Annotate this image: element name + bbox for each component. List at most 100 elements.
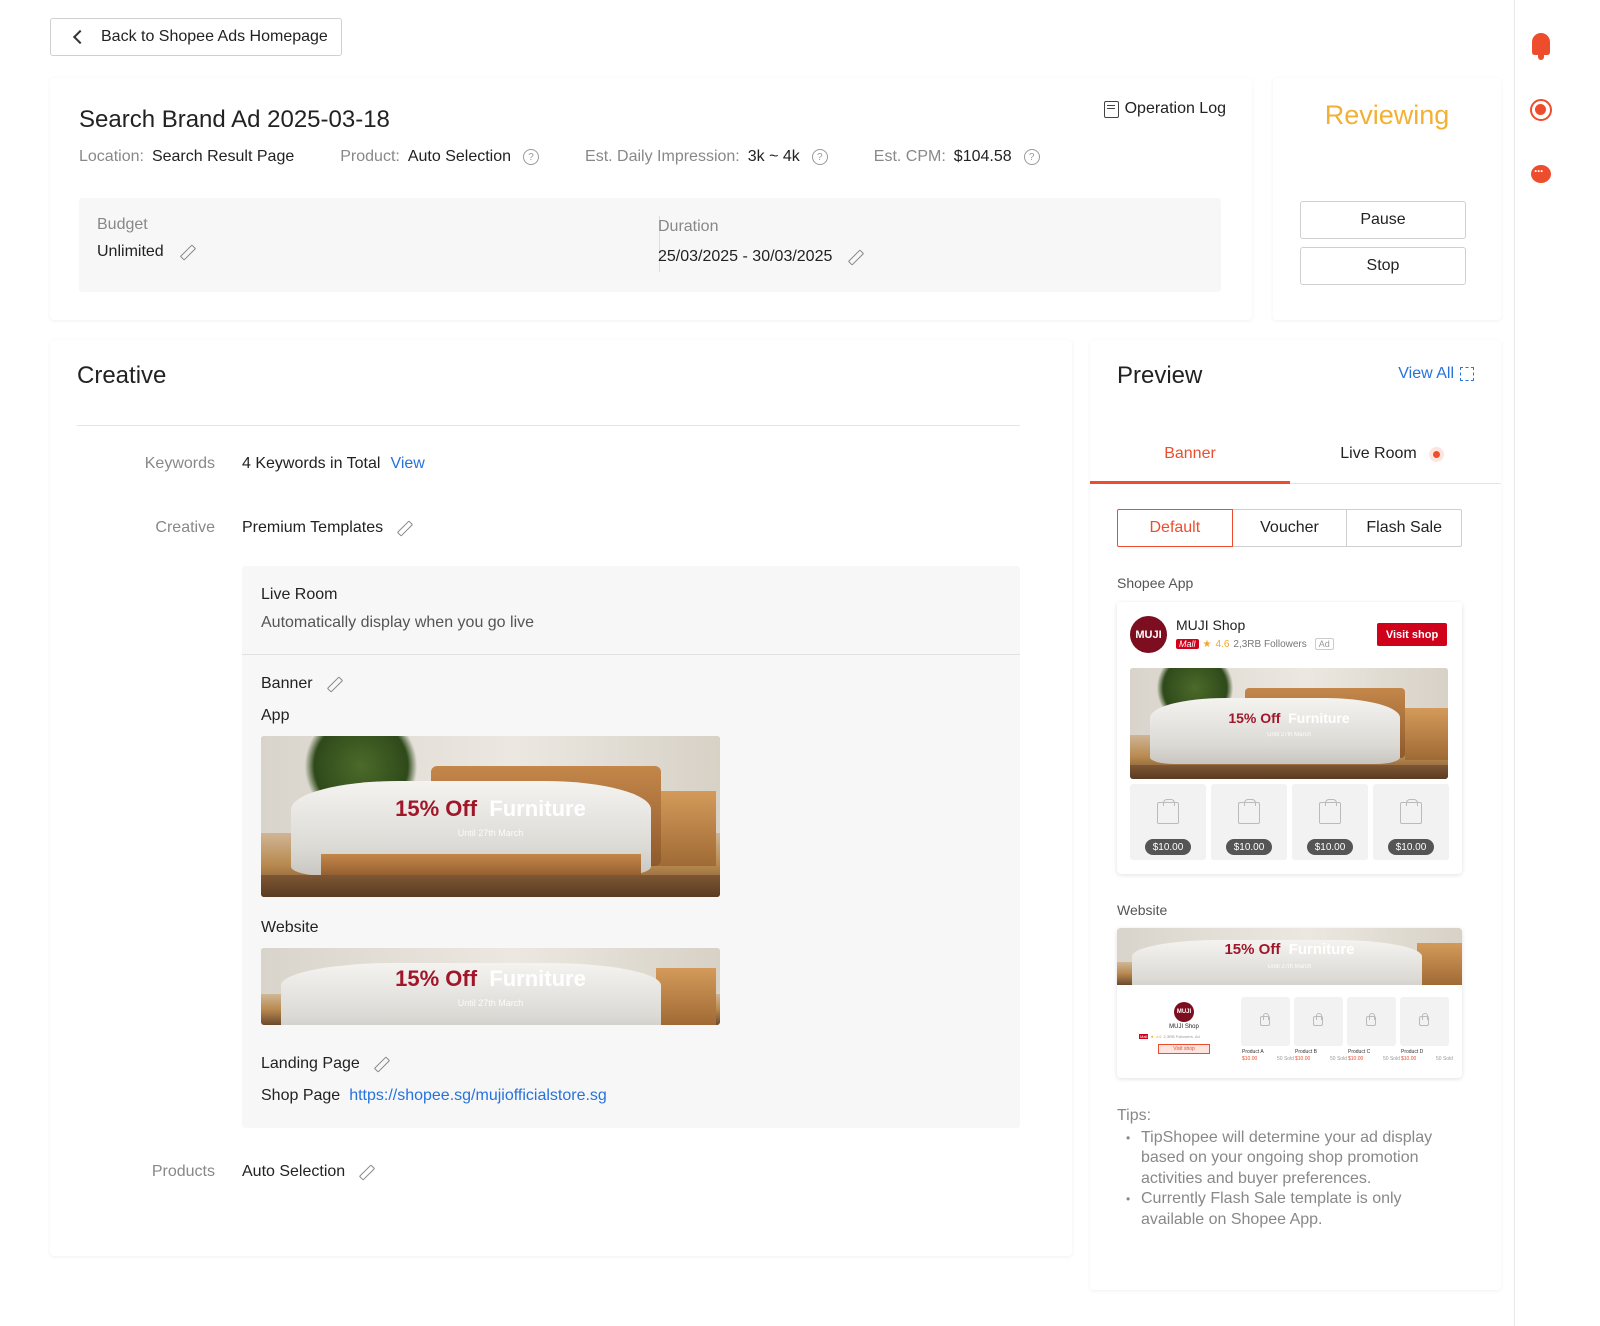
mall-badge: Mall — [1139, 1034, 1149, 1039]
edit-creative-icon[interactable] — [395, 520, 411, 536]
keywords-label: Keywords — [144, 455, 215, 472]
shopping-bag-icon — [1419, 1013, 1429, 1026]
creative-value: Premium Templates — [242, 519, 384, 536]
shop-logo: MUJI — [1174, 1002, 1194, 1022]
preview-tabs: Banner Live Room — [1090, 426, 1501, 484]
shop-stats: Mall ★ 4.6 2,3RB Followers Ad — [1139, 1034, 1200, 1039]
duration-label: Duration — [658, 218, 719, 235]
creative-row: Premium Templates — [242, 519, 411, 537]
view-keywords-link[interactable]: View — [390, 455, 424, 473]
banner-until-text: Until 27th March — [457, 828, 524, 838]
operation-log-link[interactable]: Operation Log — [1103, 100, 1226, 118]
template-flash-sale[interactable]: Flash Sale — [1346, 509, 1463, 547]
product-name: Product B — [1295, 1049, 1317, 1055]
edit-banner-icon[interactable] — [325, 676, 341, 692]
creative-label: Creative — [155, 519, 215, 536]
banner-promo-text: 15% Off Furniture — [1224, 941, 1355, 958]
chevron-left-icon — [72, 29, 88, 45]
website-banner-image: 15% Off Furniture Until 27th March — [261, 948, 720, 1025]
notification-bell-icon[interactable] — [1532, 33, 1550, 60]
document-icon — [1103, 100, 1119, 118]
template-voucher[interactable]: Voucher — [1231, 509, 1348, 547]
product-tile — [1241, 997, 1290, 1046]
shopping-bag-icon — [1400, 799, 1422, 824]
app-banner-image: 15% Off Furniture Until 27th March — [261, 736, 720, 897]
shop-followers: 2,3RB Followers — [1233, 638, 1307, 650]
duration-section: Duration 25/03/2025 - 30/03/2025 — [658, 218, 862, 266]
tip-item: TipShopee will determine your ad display… — [1117, 1128, 1462, 1190]
view-all-link[interactable]: View All — [1398, 365, 1474, 383]
product-price: $10.00 — [1145, 839, 1191, 855]
edit-products-icon[interactable] — [357, 1164, 373, 1180]
preview-card: Preview View All Banner Live Room Defaul… — [1090, 340, 1501, 1290]
impression-meta: Est. Daily Impression: 3k ~ 4k ? — [585, 148, 828, 166]
cpm-meta: Est. CPM: $104.58 ? — [874, 148, 1040, 166]
product-sold: 50 Sold — [1436, 1056, 1453, 1062]
product-name: Product D — [1401, 1049, 1424, 1055]
website-preview-banner: 15% Off Furniture Until 27th March — [1117, 928, 1462, 985]
impression-value: 3k ~ 4k — [747, 148, 800, 165]
banner-heading: Banner — [261, 675, 341, 693]
edit-landing-page-icon[interactable] — [372, 1056, 388, 1072]
live-record-icon[interactable] — [1530, 99, 1552, 121]
divider — [242, 654, 1020, 655]
live-indicator-icon — [1432, 450, 1440, 458]
landing-page-type: Shop Page — [261, 1087, 341, 1104]
banner-until-text: Until 27th March — [1267, 732, 1311, 738]
product-name: Product A — [1242, 1049, 1264, 1055]
product-price: $10.00 — [1388, 839, 1434, 855]
landing-page-heading: Landing Page — [261, 1055, 388, 1073]
ad-meta-row: Location: Search Result Page Product: Au… — [79, 148, 1086, 166]
status-text: Reviewing — [1324, 100, 1450, 130]
product-price: $10.00 — [1295, 1056, 1311, 1062]
products-value: Auto Selection — [242, 1163, 346, 1180]
product-price: $10.00 — [1226, 839, 1272, 855]
template-default[interactable]: Default — [1117, 509, 1233, 547]
product-meta: Product: Auto Selection ? — [340, 148, 540, 166]
chat-icon[interactable] — [1531, 164, 1551, 183]
tab-live-room[interactable]: Live Room — [1290, 426, 1490, 482]
help-icon[interactable]: ? — [1023, 149, 1040, 165]
tab-banner[interactable]: Banner — [1090, 426, 1290, 484]
location-meta: Location: Search Result Page — [79, 148, 294, 166]
landing-page-title: Landing Page — [261, 1055, 360, 1072]
products-row: Auto Selection — [242, 1163, 373, 1181]
preview-title: Preview — [1117, 362, 1203, 389]
banner-until-text: Until 27th March — [457, 998, 524, 1008]
tips-title: Tips: — [1117, 1107, 1152, 1124]
cpm-label: Est. CPM: — [873, 148, 946, 165]
product-price: $10.00 — [1348, 1056, 1364, 1062]
banner-title: Banner — [261, 675, 313, 692]
shopping-bag-icon — [1238, 799, 1260, 824]
ad-tag: Ad — [1194, 1034, 1200, 1039]
help-icon[interactable]: ? — [811, 149, 828, 165]
pause-button[interactable]: Pause — [1300, 201, 1466, 239]
duration-value: 25/03/2025 - 30/03/2025 — [658, 248, 833, 265]
landing-page-url[interactable]: https://shopee.sg/mujiofficialstore.sg — [349, 1087, 607, 1105]
visit-shop-button: Visit shop — [1158, 1044, 1210, 1054]
product-tile: $10.00 — [1373, 784, 1449, 860]
view-all-label: View All — [1398, 365, 1454, 382]
website-label: Website — [261, 919, 319, 936]
product-tile — [1400, 997, 1449, 1046]
shopping-bag-icon — [1260, 1013, 1270, 1026]
product-tile: $10.00 — [1292, 784, 1368, 860]
edit-budget-icon[interactable] — [178, 244, 194, 260]
budget-value: Unlimited — [97, 243, 164, 260]
shop-stats: Mall ★ 4.6 2,3RB Followers Ad — [1176, 638, 1334, 650]
product-tile: $10.00 — [1130, 784, 1206, 860]
budget-section: Budget Unlimited — [97, 216, 194, 261]
divider — [77, 425, 1020, 426]
template-details-box: Live Room Automatically display when you… — [242, 566, 1020, 1128]
status-card: Reviewing Pause Stop — [1273, 78, 1501, 320]
back-to-homepage-button[interactable]: Back to Shopee Ads Homepage — [50, 18, 342, 56]
operation-log-label: Operation Log — [1124, 100, 1226, 117]
shop-name: MUJI Shop — [1176, 617, 1246, 633]
stop-button[interactable]: Stop — [1300, 247, 1466, 285]
product-price: $10.00 — [1242, 1056, 1258, 1062]
edit-duration-icon[interactable] — [846, 249, 862, 265]
star-icon: ★ — [1150, 1034, 1154, 1039]
shop-followers: 2,3RB Followers — [1163, 1034, 1193, 1039]
keywords-value: 4 Keywords in Total — [242, 455, 381, 472]
help-icon[interactable]: ? — [523, 149, 540, 165]
